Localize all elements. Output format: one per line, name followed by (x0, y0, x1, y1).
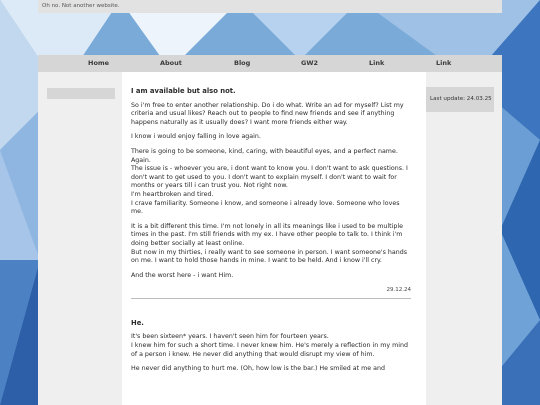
site-tagline: Oh no. Not another website. (42, 3, 120, 9)
main-panel: Home About Blog GW2 Link Link I am avail… (38, 55, 502, 405)
last-update-text: Last update: 24.03.25 (430, 96, 492, 102)
blog-post: I am available but also not. So i'm free… (131, 87, 411, 299)
nav-home-link[interactable]: Home (88, 59, 109, 67)
nav-blog-link[interactable]: Blog (234, 59, 250, 67)
post-title: I am available but also not. (131, 87, 236, 95)
nav-gw2-link[interactable]: GW2 (301, 59, 318, 67)
post-paragraph: So i'm free to enter another relationshi… (131, 101, 404, 126)
post-paragraph: I know i would enjoy falling in love aga… (131, 133, 261, 141)
blog-post: He. It's been sixteen* years. I haven't … (131, 319, 411, 374)
post-paragraph: It's been sixteen* years. I haven't seen… (131, 333, 408, 358)
nav-link-2[interactable]: Link (436, 59, 451, 67)
post-paragraph: He never did anything to hurt me. (Oh, h… (131, 365, 385, 373)
nav-about-link[interactable]: About (160, 59, 182, 67)
top-bar: Oh no. Not another website. (38, 0, 502, 13)
post-paragraph: There is going to be someone, kind, cari… (131, 147, 408, 216)
post-divider (131, 297, 411, 299)
last-update-box: Last update: 24.03.25 (426, 87, 494, 112)
post-paragraph: And the worst here - i want Him. (131, 271, 234, 279)
post-date: 29.12.24 (386, 287, 412, 294)
left-sidebar-box (47, 88, 115, 99)
nav-link-1[interactable]: Link (369, 59, 384, 67)
post-title: He. (131, 318, 144, 327)
blog-content: I am available but also not. So i'm free… (122, 72, 426, 405)
post-paragraph: It is a bit different this time. I'm not… (131, 222, 408, 265)
nav-bar: Home About Blog GW2 Link Link (38, 55, 502, 72)
